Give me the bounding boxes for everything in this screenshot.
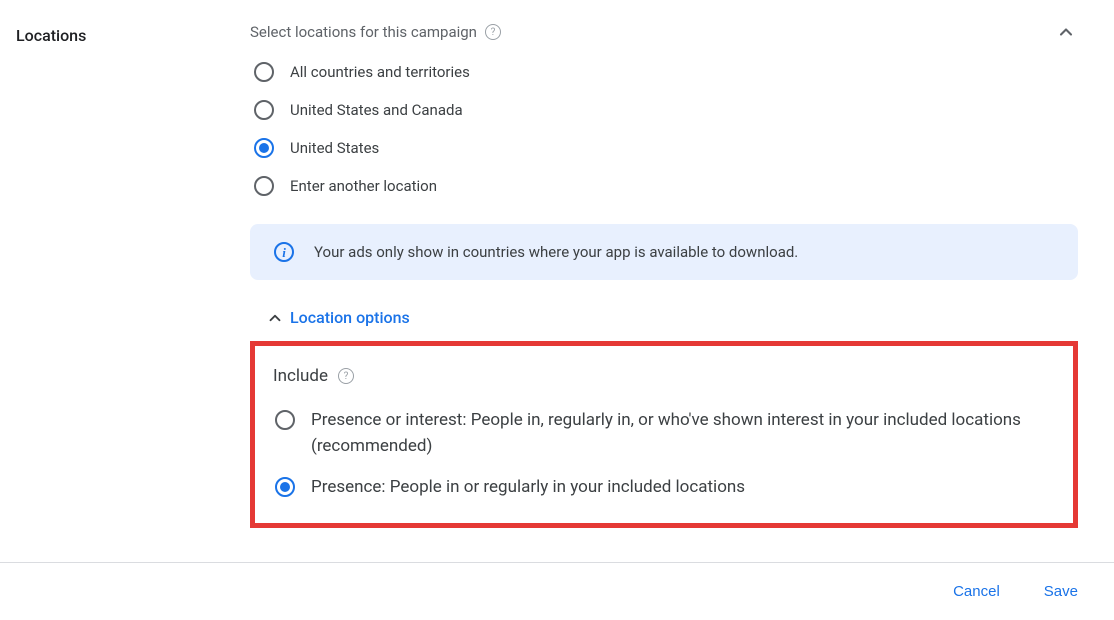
radio-icon-selected — [275, 477, 295, 497]
radio-label: United States and Canada — [290, 101, 463, 119]
radio-us[interactable]: United States — [254, 138, 1078, 158]
help-icon[interactable]: ? — [338, 368, 354, 384]
cancel-button[interactable]: Cancel — [945, 577, 1008, 606]
location-radio-group: All countries and territories United Sta… — [250, 62, 1078, 196]
location-options-label: Location options — [290, 308, 410, 327]
info-text: Your ads only show in countries where yo… — [314, 243, 798, 261]
save-button[interactable]: Save — [1036, 577, 1086, 606]
subtitle: Select locations for this campaign — [250, 23, 477, 41]
info-banner: i Your ads only show in countries where … — [250, 224, 1078, 280]
radio-label: Enter another location — [290, 177, 437, 195]
radio-icon — [254, 100, 274, 120]
chevron-up-icon — [1056, 22, 1076, 42]
radio-presence-or-interest[interactable]: Presence or interest: People in, regular… — [275, 408, 1055, 459]
radio-us-canada[interactable]: United States and Canada — [254, 100, 1078, 120]
radio-presence[interactable]: Presence: People in or regularly in your… — [275, 475, 1055, 501]
include-radio-group: Presence or interest: People in, regular… — [273, 408, 1055, 501]
radio-icon — [275, 410, 295, 430]
location-options-toggle[interactable]: Location options — [250, 308, 1078, 327]
include-section-highlighted: Include ? Presence or interest: People i… — [250, 341, 1078, 528]
section-title: Locations — [16, 20, 250, 45]
radio-label: All countries and territories — [290, 63, 470, 81]
radio-enter-location[interactable]: Enter another location — [254, 176, 1078, 196]
footer: Cancel Save — [0, 562, 1114, 620]
radio-label: United States — [290, 139, 379, 157]
collapse-section-button[interactable] — [1054, 20, 1078, 44]
include-title: Include — [273, 366, 328, 386]
radio-icon — [254, 176, 274, 196]
radio-label: Presence or interest: People in, regular… — [311, 408, 1055, 459]
radio-label: Presence: People in or regularly in your… — [311, 475, 745, 501]
chevron-up-icon — [266, 309, 284, 327]
radio-icon — [254, 62, 274, 82]
info-icon: i — [274, 242, 294, 262]
radio-all-countries[interactable]: All countries and territories — [254, 62, 1078, 82]
radio-icon-selected — [254, 138, 274, 158]
help-icon[interactable]: ? — [485, 24, 501, 40]
